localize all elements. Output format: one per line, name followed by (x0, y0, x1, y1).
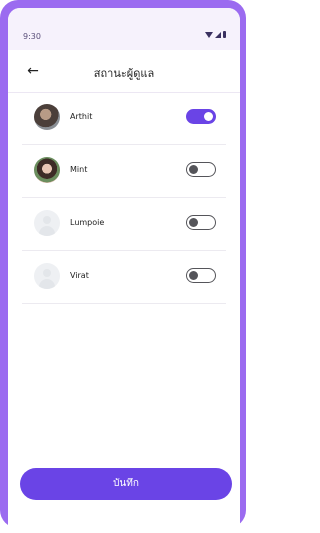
app-screen: 9:30 ← สถานะผู้ดูแล Arthit Mint Lumpoie (8, 8, 240, 528)
status-bar: 9:30 (8, 8, 240, 50)
battery-icon (223, 31, 226, 38)
caregiver-row: Lumpoie (22, 198, 226, 251)
caregiver-name: Mint (70, 165, 88, 174)
avatar-placeholder-icon (34, 210, 60, 236)
signal-icon (215, 32, 221, 38)
caregiver-toggle[interactable] (186, 109, 216, 124)
toggle-knob (189, 164, 198, 174)
caregiver-name: Virat (70, 271, 89, 280)
caregiver-name: Arthit (70, 112, 93, 121)
avatar-body (39, 279, 55, 289)
app-bar: ← สถานะผู้ดูแล (8, 50, 240, 93)
avatar-placeholder-icon (34, 263, 60, 289)
avatar (34, 104, 60, 130)
caregiver-toggle[interactable] (186, 268, 216, 283)
caregiver-row: Virat (22, 251, 226, 304)
save-button[interactable]: บันทึก (20, 468, 232, 500)
toggle-knob (189, 270, 198, 280)
caregiver-row: Mint (22, 145, 226, 198)
avatar-head (43, 269, 51, 277)
toggle-knob (204, 111, 213, 121)
avatar (34, 157, 60, 183)
caregiver-row: Arthit (22, 92, 226, 145)
caregiver-list: Arthit Mint Lumpoie Virat (8, 92, 240, 304)
avatar-head (43, 216, 51, 224)
caregiver-name: Lumpoie (70, 218, 105, 227)
toggle-knob (189, 217, 198, 227)
caregiver-toggle[interactable] (186, 162, 216, 177)
avatar-body (39, 226, 55, 236)
caregiver-toggle[interactable] (186, 215, 216, 230)
wifi-icon (205, 32, 213, 38)
status-icons (205, 31, 226, 38)
page-title: สถานะผู้ดูแล (93, 67, 155, 80)
status-time: 9:30 (23, 32, 41, 41)
